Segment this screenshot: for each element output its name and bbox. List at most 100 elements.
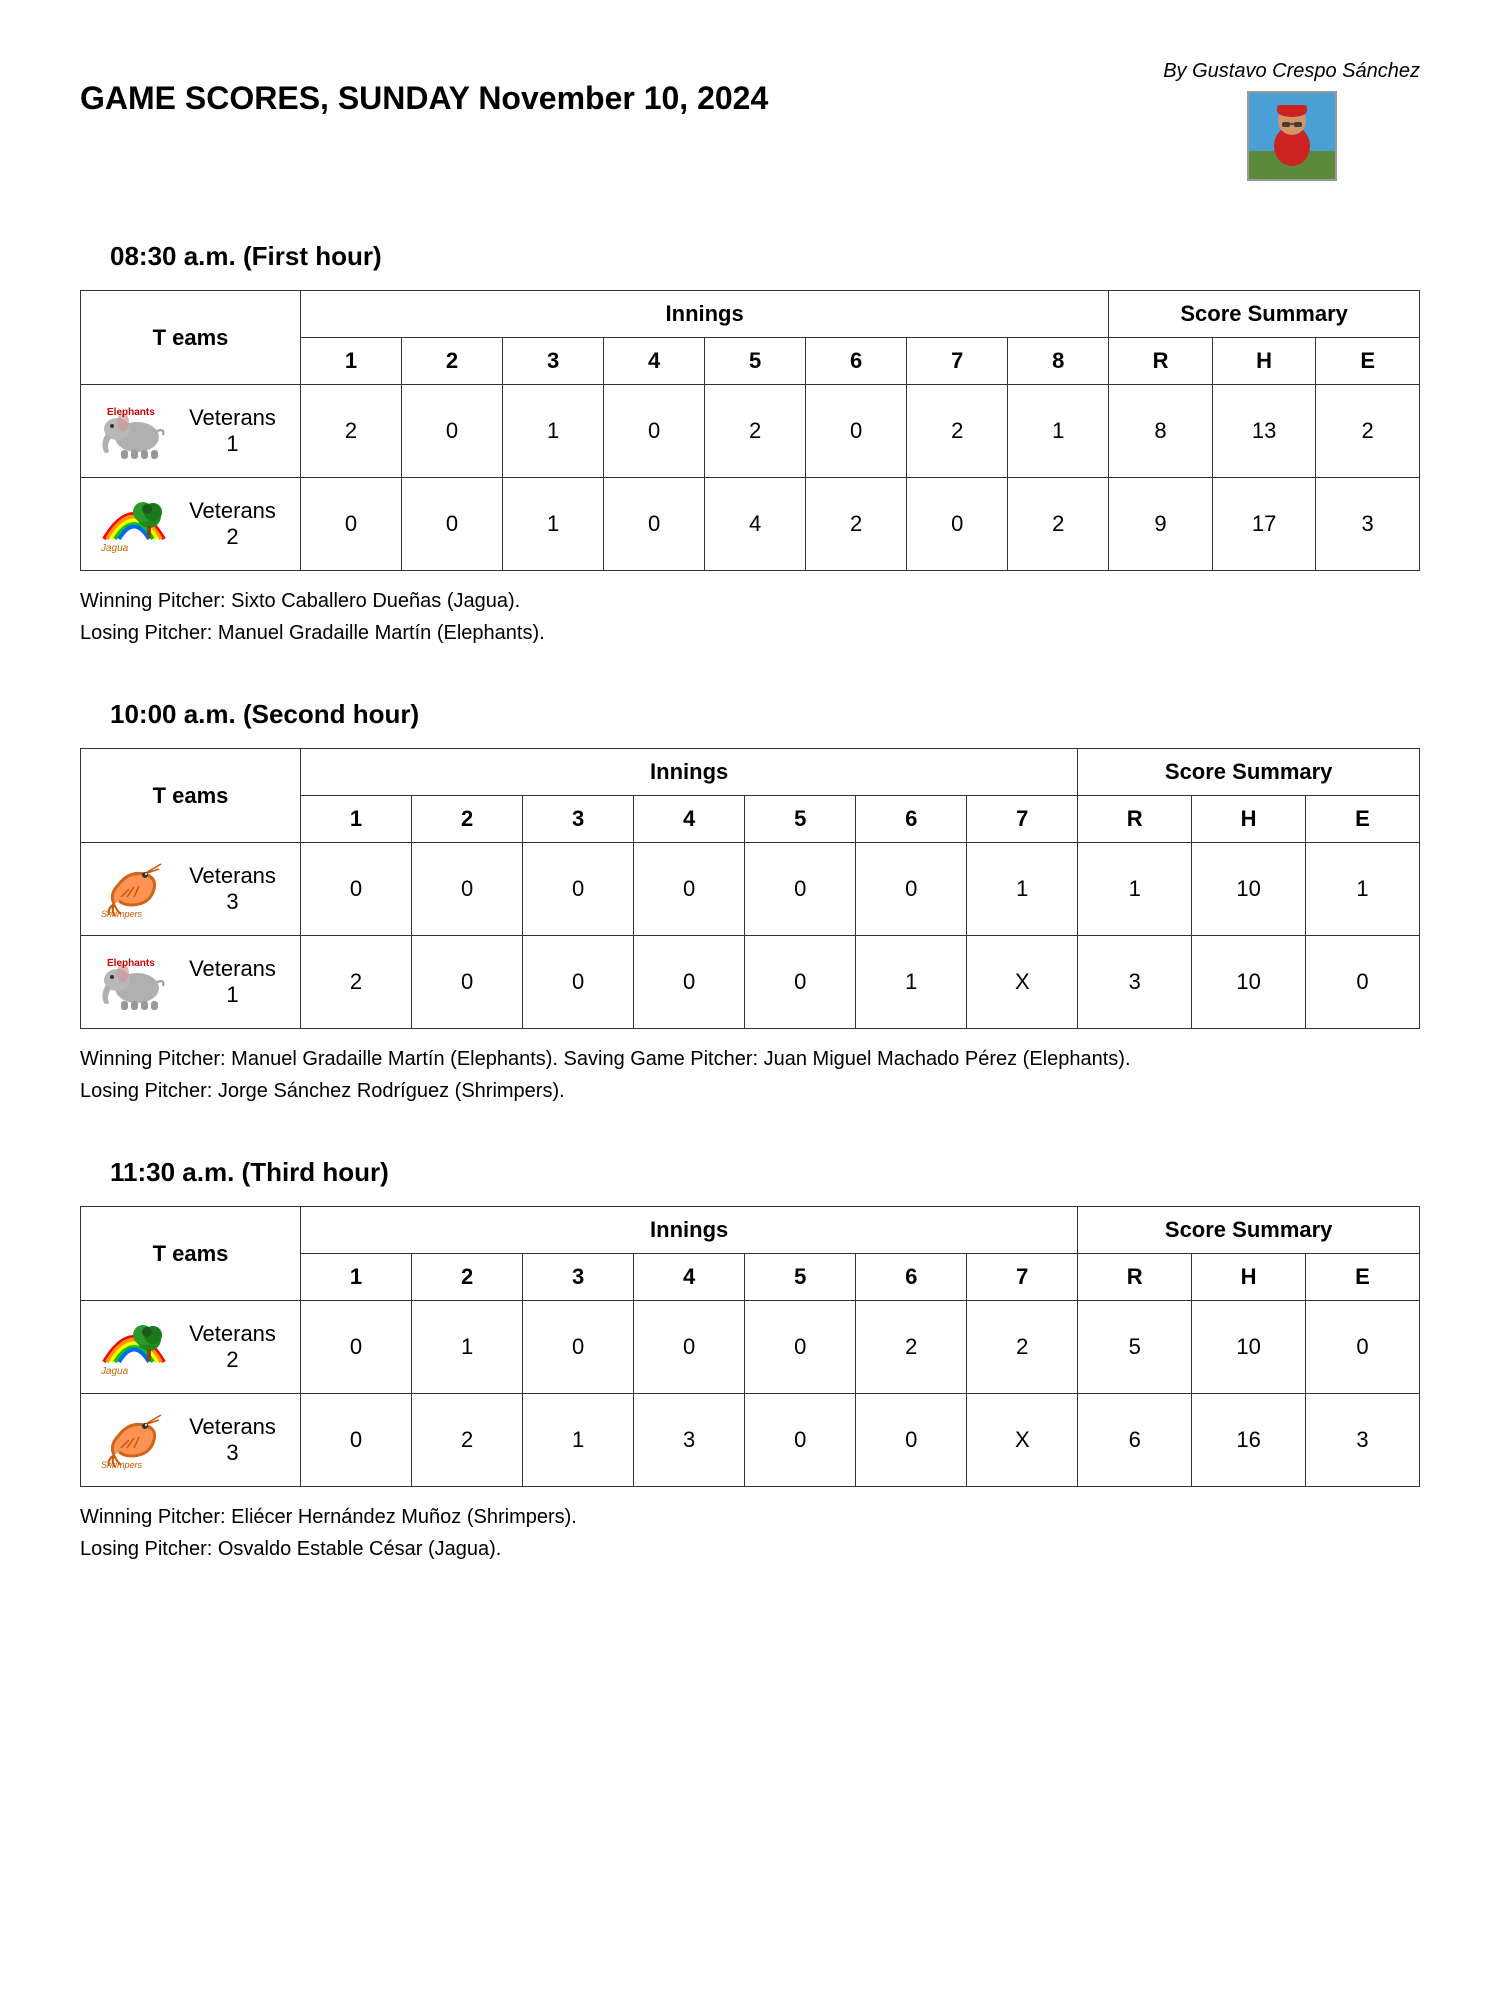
summary-e-value: 1 <box>1305 843 1419 936</box>
inning-cell-4: 0 <box>634 1301 745 1394</box>
teams-header: T eams <box>81 1207 301 1301</box>
inning-cell-2: 1 <box>412 1301 523 1394</box>
teams-header: T eams <box>81 291 301 385</box>
inning-cell-2: 0 <box>402 478 503 571</box>
summary-h-value: 13 <box>1212 385 1316 478</box>
inning-cell-5: 2 <box>705 385 806 478</box>
inning-cell-5: 0 <box>745 843 856 936</box>
team-cell: Jagua Veterans 2 <box>81 1301 301 1394</box>
inning-cell-2: 0 <box>402 385 503 478</box>
team-name: Veterans 1 <box>183 956 282 1008</box>
team-row-1-1: Elephants Veterans 1 201020218132 <box>81 385 1420 478</box>
inning-cell-5: 0 <box>745 1394 856 1487</box>
inning-num-3: 3 <box>503 338 604 385</box>
game-section-2: 10:00 a.m. (Second hour)T eamsInningsSco… <box>80 699 1420 1107</box>
score-table-3: T eamsInningsScore Summary1234567RHE Jag… <box>80 1206 1420 1487</box>
team-cell: Elephants Veterans 1 <box>81 385 301 478</box>
inning-num-4: 4 <box>634 796 745 843</box>
summary-r-value: 8 <box>1109 385 1213 478</box>
summary-r-value: 1 <box>1078 843 1192 936</box>
inning-cell-3: 0 <box>523 843 634 936</box>
summary-h-header: H <box>1192 1254 1306 1301</box>
inning-num-3: 3 <box>523 1254 634 1301</box>
innings-header: Innings <box>301 749 1078 796</box>
inning-num-6: 6 <box>856 796 967 843</box>
summary-r-value: 9 <box>1109 478 1213 571</box>
summary-h-header: H <box>1212 338 1316 385</box>
inning-cell-1: 2 <box>301 936 412 1029</box>
svg-text:Shrimpers: Shrimpers <box>101 909 143 919</box>
summary-r-value: 3 <box>1078 936 1192 1029</box>
svg-text:Jagua: Jagua <box>100 1366 129 1377</box>
inning-cell-1: 0 <box>301 1394 412 1487</box>
pitchers-note-2: Winning Pitcher: Manuel Gradaille Martín… <box>80 1043 1420 1107</box>
inning-num-4: 4 <box>604 338 705 385</box>
summary-r-value: 6 <box>1078 1394 1192 1487</box>
pitcher-line: Losing Pitcher: Manuel Gradaille Martín … <box>80 617 1420 649</box>
inning-cell-8: 2 <box>1008 478 1109 571</box>
inning-cell-3: 1 <box>503 478 604 571</box>
summary-h-value: 10 <box>1192 1301 1306 1394</box>
inning-cell-6: 1 <box>856 936 967 1029</box>
summary-e-value: 0 <box>1305 936 1419 1029</box>
score-table-1: T eamsInningsScore Summary12345678RHE El… <box>80 290 1420 571</box>
team-cell: Shrimpers Veterans 3 <box>81 1394 301 1487</box>
inning-cell-7: 0 <box>907 478 1008 571</box>
team-row-2-1: Shrimpers Veterans 3 00000011101 <box>81 843 1420 936</box>
inning-cell-7: 2 <box>967 1301 1078 1394</box>
pitcher-line: Losing Pitcher: Jorge Sánchez Rodríguez … <box>80 1075 1420 1107</box>
inning-num-2: 2 <box>412 796 523 843</box>
team-name: Veterans 3 <box>183 863 282 915</box>
inning-cell-4: 0 <box>634 843 745 936</box>
inning-cell-1: 0 <box>301 478 402 571</box>
summary-h-value: 10 <box>1192 936 1306 1029</box>
inning-num-7: 7 <box>967 796 1078 843</box>
summary-e-header: E <box>1316 338 1420 385</box>
team-row-3-2: Shrimpers Veterans 3 021300X6163 <box>81 1394 1420 1487</box>
author-section: By Gustavo Crespo Sánchez <box>1163 60 1420 181</box>
author-name: By Gustavo Crespo Sánchez <box>1163 60 1420 83</box>
summary-h-value: 10 <box>1192 843 1306 936</box>
inning-cell-1: 0 <box>301 1301 412 1394</box>
inning-cell-2: 0 <box>412 843 523 936</box>
svg-text:Elephants: Elephants <box>107 407 155 418</box>
game-section-3: 11:30 a.m. (Third hour)T eamsInningsScor… <box>80 1157 1420 1565</box>
inning-cell-2: 2 <box>412 1394 523 1487</box>
inning-num-6: 6 <box>806 338 907 385</box>
team-logo: Elephants <box>99 401 169 461</box>
pitcher-line: Winning Pitcher: Eliécer Hernández Muñoz… <box>80 1501 1420 1533</box>
team-cell: Jagua Veterans 2 <box>81 478 301 571</box>
summary-e-header: E <box>1305 1254 1419 1301</box>
team-name: Veterans 3 <box>183 1414 282 1466</box>
inning-cell-3: 1 <box>503 385 604 478</box>
inning-cell-6: 0 <box>856 843 967 936</box>
page-header: GAME SCORES, SUNDAY November 10, 2024 By… <box>80 60 1420 181</box>
pitcher-line: Losing Pitcher: Osvaldo Estable César (J… <box>80 1533 1420 1565</box>
inning-cell-5: 0 <box>745 1301 856 1394</box>
team-name: Veterans 1 <box>183 405 282 457</box>
team-logo: Jagua <box>99 1317 169 1377</box>
inning-cell-5: 0 <box>745 936 856 1029</box>
inning-num-4: 4 <box>634 1254 745 1301</box>
author-silhouette <box>1247 91 1337 181</box>
score-summary-header: Score Summary <box>1078 749 1420 796</box>
team-row-2-2: Elephants Veterans 1 200001X3100 <box>81 936 1420 1029</box>
inning-cell-2: 0 <box>412 936 523 1029</box>
author-photo-inner <box>1247 91 1337 181</box>
inning-num-2: 2 <box>402 338 503 385</box>
summary-h-header: H <box>1192 796 1306 843</box>
inning-cell-4: 0 <box>604 385 705 478</box>
inning-cell-1: 0 <box>301 843 412 936</box>
inning-cell-7: X <box>967 936 1078 1029</box>
inning-cell-5: 4 <box>705 478 806 571</box>
inning-cell-4: 0 <box>634 936 745 1029</box>
inning-cell-4: 3 <box>634 1394 745 1487</box>
team-logo: Shrimpers <box>99 1410 169 1470</box>
game-time-3: 11:30 a.m. (Third hour) <box>110 1157 1420 1188</box>
inning-cell-8: 1 <box>1008 385 1109 478</box>
inning-num-3: 3 <box>523 796 634 843</box>
games-container: 08:30 a.m. (First hour)T eamsInningsScor… <box>80 241 1420 1565</box>
pitcher-line: Winning Pitcher: Manuel Gradaille Martín… <box>80 1043 1420 1075</box>
inning-cell-6: 2 <box>856 1301 967 1394</box>
inning-cell-3: 1 <box>523 1394 634 1487</box>
